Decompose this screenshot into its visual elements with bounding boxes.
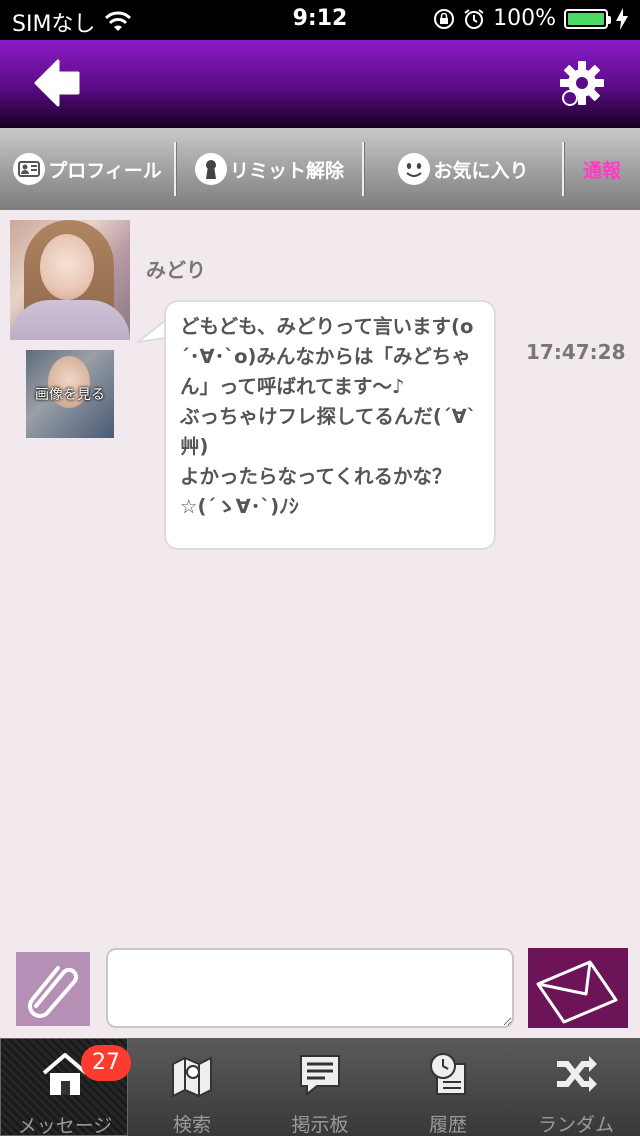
settings-gear-icon[interactable] (558, 58, 606, 108)
tab-search[interactable]: 検索 (128, 1038, 256, 1136)
back-arrow-icon[interactable] (34, 58, 82, 108)
status-bar: SIMなし 9:12 100% (0, 0, 640, 40)
tab-history[interactable]: 履歴 (384, 1038, 512, 1136)
keyhole-icon (194, 153, 227, 185)
message-bubble: どもども、みどりって言います(o´･∀･`o)みんなからは「みどちゃん」って呼ば… (164, 300, 496, 550)
view-image-button[interactable]: 画像を見る (26, 350, 114, 438)
battery-percent: 100% (493, 6, 556, 31)
favorite-label: お気に入り (433, 159, 529, 182)
limit-release-button[interactable]: リミット解除 (176, 128, 362, 210)
tab-random[interactable]: ランダム (512, 1038, 640, 1136)
status-right: 100% (433, 6, 628, 31)
alarm-icon (464, 8, 484, 29)
header (0, 40, 640, 128)
board-icon (300, 1055, 340, 1097)
rotation-lock-icon (434, 8, 455, 29)
tab-label: 履歴 (428, 1114, 467, 1136)
message-timestamp: 17:47:28 (526, 340, 626, 364)
tab-bar: 27 メッセージ 検索 掲示板 履歴 ランダム (0, 1038, 640, 1136)
sender-avatar[interactable] (10, 220, 130, 340)
history-icon (430, 1053, 466, 1095)
action-bar: プロフィール リミット解除 お気に入り 通報 (0, 128, 640, 210)
profile-label: プロフィール (48, 159, 162, 182)
send-envelope-icon[interactable] (528, 948, 628, 1028)
profile-card-icon (13, 153, 46, 185)
report-label: 通報 (582, 159, 621, 182)
tab-board[interactable]: 掲示板 (256, 1038, 384, 1136)
unread-badge: 27 (81, 1045, 131, 1081)
favorite-button[interactable]: お気に入り (364, 128, 562, 210)
map-search-icon (172, 1056, 212, 1098)
charging-bolt-icon (616, 7, 628, 30)
tab-label: 検索 (172, 1114, 211, 1136)
tab-label: ランダム (537, 1114, 614, 1136)
battery-icon (564, 8, 611, 29)
view-image-label: 画像を見る (35, 387, 105, 403)
tab-messages[interactable]: 27 メッセージ (0, 1038, 131, 1136)
sender-name: みどり (146, 258, 206, 282)
paperclip-icon[interactable] (16, 952, 90, 1026)
message-input[interactable] (106, 948, 514, 1028)
profile-button[interactable]: プロフィール (0, 128, 174, 210)
composer (0, 938, 640, 1038)
tab-label: 掲示板 (291, 1114, 349, 1136)
report-button[interactable]: 通報 (564, 128, 640, 210)
tab-label: メッセージ (17, 1115, 113, 1136)
limit-release-label: リミット解除 (229, 159, 344, 182)
smiley-face-icon (398, 153, 431, 185)
shuffle-icon (557, 1056, 597, 1092)
chat-area: 画像を見る みどり どもども、みどりって言います(o´･∀･`o)みんなからは「… (0, 210, 640, 938)
